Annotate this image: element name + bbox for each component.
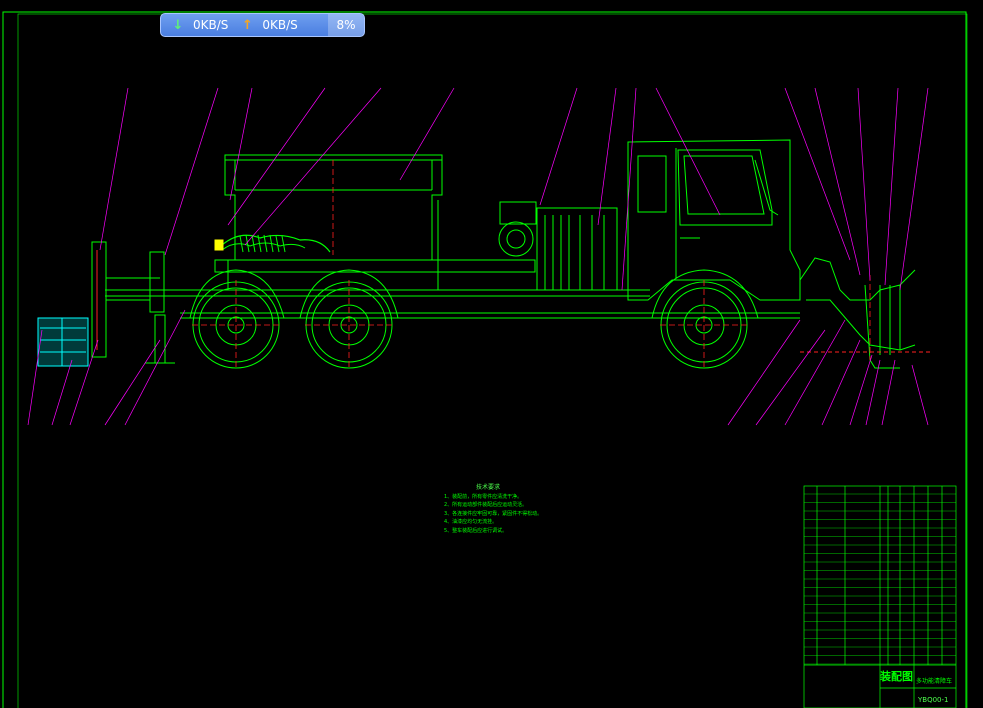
technical-note-item: 1、装配前，所有零件应清洗干净。: [444, 493, 523, 500]
drawing-title: 装配图: [880, 670, 913, 683]
download-speed: 0KB/S: [193, 18, 229, 32]
wheels: [189, 269, 759, 369]
technical-note-item: 4、油漆应均匀无流挂。: [444, 519, 498, 525]
product-name: 多功能清障车: [916, 678, 953, 685]
technical-notes: 技术要求 1、装配前，所有零件应清洗干净。 2、所有运动部件装配后应运动灵活。 …: [444, 484, 542, 535]
technical-notes-title: 技术要求: [476, 484, 501, 491]
title-block-rows: [804, 493, 956, 665]
cpu-percent: 8%: [328, 14, 364, 36]
upload-arrow-icon: ↑: [241, 17, 253, 33]
download-arrow-icon: ↓: [172, 17, 184, 33]
technical-note-item: 5、整车装配后应进行调试。: [444, 527, 508, 534]
cad-drawing-canvas[interactable]: [0, 0, 983, 708]
drawing-code: YBQ00-1: [918, 696, 949, 704]
technical-note-item: 3、各连接件应牢固可靠，紧固件不得松动。: [444, 510, 543, 517]
upload-speed: 0KB/S: [262, 18, 298, 32]
network-speed-widget[interactable]: ↓ 0KB/S ↑ 0KB/S 8%: [160, 13, 365, 37]
technical-note-item: 2、所有运动部件装配后应运动灵活。: [444, 502, 528, 508]
truck-assembly: [37, 139, 930, 369]
